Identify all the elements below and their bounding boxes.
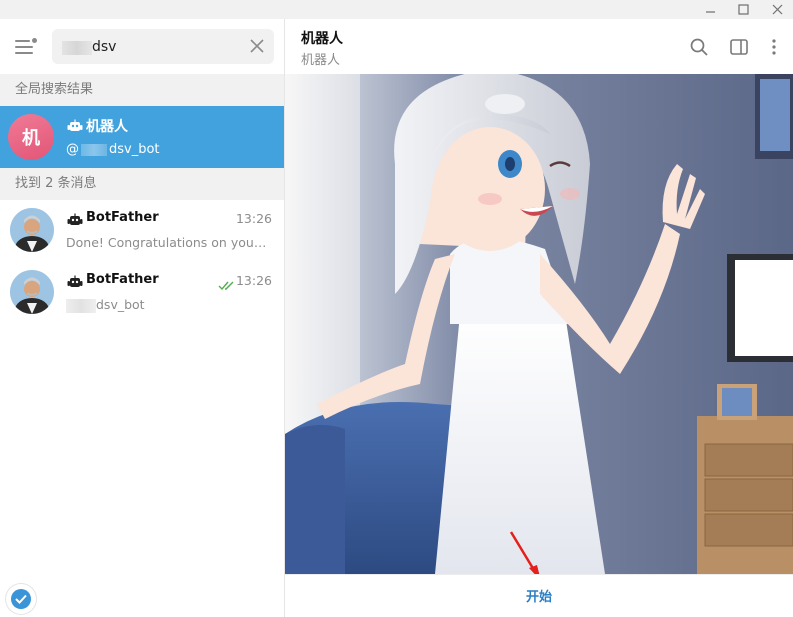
start-button[interactable]: 开始 xyxy=(285,574,793,617)
more-options-icon[interactable] xyxy=(764,37,784,57)
bot-icon xyxy=(67,118,83,132)
window-titlebar xyxy=(0,0,793,19)
chat-title: 机器人 xyxy=(301,31,343,47)
message-time: 13:26 xyxy=(235,211,272,226)
close-icon[interactable] xyxy=(762,0,792,19)
chat-subtitle: 机器人 xyxy=(301,53,341,68)
message-sender: BotFather xyxy=(86,210,159,225)
search-input[interactable] xyxy=(60,29,240,64)
global-result-username: @ dsv_bot xyxy=(66,142,160,157)
avatar xyxy=(10,208,54,252)
message-sender: BotFather xyxy=(86,272,159,287)
global-result-name: 机器人 xyxy=(86,119,128,135)
list-item[interactable]: BotFather 13:26 dsv_bot xyxy=(0,262,284,324)
redacted-text xyxy=(66,298,96,313)
red-arrow-annotation xyxy=(509,531,540,574)
maximize-icon[interactable] xyxy=(728,0,758,19)
search-box xyxy=(52,29,274,64)
list-item[interactable]: BotFather 13:26 Done! Congratulations on… xyxy=(0,200,284,262)
message-time: 13:26 xyxy=(235,273,272,288)
avatar xyxy=(10,270,54,314)
minimize-icon[interactable] xyxy=(695,0,725,19)
chat-panel: 机器人 机器人 开始 xyxy=(285,19,793,617)
clear-search-icon[interactable] xyxy=(248,37,266,55)
menu-icon[interactable] xyxy=(13,37,37,57)
messages-header: 找到 2 条消息 xyxy=(0,168,284,200)
search-icon[interactable] xyxy=(689,37,709,57)
message-preview: dsv_bot xyxy=(66,297,271,313)
sidebar-toggle-icon[interactable] xyxy=(729,37,749,57)
sidebar: 全局搜索结果 机 机器人 @dsv_bot 找到 2 条消息 BotFather… xyxy=(0,19,285,617)
search-row xyxy=(0,19,285,74)
global-results-header: 全局搜索结果 xyxy=(0,74,284,106)
global-result-item[interactable]: 机 机器人 @ dsv_bot xyxy=(0,106,284,168)
start-button-label: 开始 xyxy=(525,590,552,605)
chat-background-image xyxy=(285,74,793,574)
verified-badge-icon[interactable] xyxy=(6,584,36,614)
message-preview: Done! Congratulations on your new bot. Y… xyxy=(66,235,271,250)
bot-icon xyxy=(67,212,83,226)
avatar: 机 xyxy=(8,114,54,160)
read-checks-icon xyxy=(218,276,236,291)
chat-header[interactable]: 机器人 机器人 xyxy=(285,19,793,74)
bot-icon xyxy=(67,274,83,288)
